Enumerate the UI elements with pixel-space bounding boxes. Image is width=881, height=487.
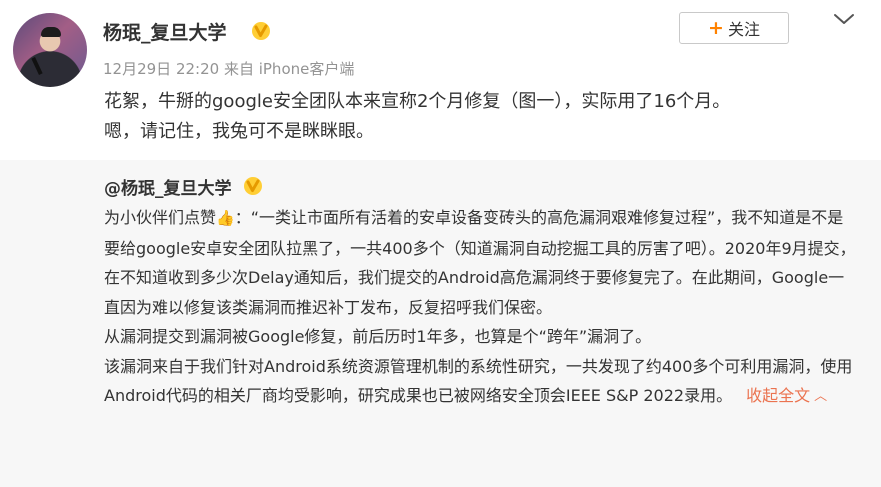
post-body: 花絮，牛掰的google安全团队本来宣称2个月修复（图一），实际用了16个月。 … [104, 87, 864, 147]
post-line-1: 花絮，牛掰的google安全团队本来宣称2个月修复（图一），实际用了16个月。 [104, 91, 731, 112]
avatar-mic [31, 56, 43, 76]
quoted-author-name[interactable]: @杨珉_复旦大学 [104, 174, 232, 199]
chevron-up-icon: ︿ [814, 389, 828, 404]
collapse-label: 收起全文 [746, 386, 811, 405]
chevron-down-icon[interactable] [832, 10, 856, 28]
quoted-paragraph-2: 从漏洞提交到漏洞被Google修复，前后历时1年多，也算是个“跨年”漏洞了。 [104, 327, 652, 346]
quoted-paragraph-1: 为小伙伴们点赞👍：“一类让市面所有活着的安卓设备变砖头的高危漏洞艰难修复过程”，… [104, 203, 856, 322]
verified-v-badge-icon [244, 177, 262, 195]
quoted-paragraph-3: 该漏洞来自于我们针对Android系统资源管理机制的系统性研究，一共发现了约40… [104, 352, 856, 413]
quoted-p1-prefix: 为小伙伴们点赞 [104, 208, 217, 227]
quoted-post: @杨珉_复旦大学 为小伙伴们点赞👍：“一类让市面所有活着的安卓设备变砖头的高危漏… [0, 160, 881, 487]
follow-label: 关注 [727, 20, 760, 39]
author-name[interactable]: 杨珉_复旦大学 [103, 18, 227, 45]
post-meta: 12月29日 22:20 来自 iPhone客户端 [103, 58, 354, 79]
thumbs-up-icon: 👍 [216, 209, 235, 227]
post-line-2: 嗯，请记住，我兔可不是眯眯眼。 [104, 121, 374, 142]
post-source: 来自 iPhone客户端 [223, 60, 355, 78]
quoted-p3-text: 该漏洞来自于我们针对Android系统资源管理机制的系统性研究，一共发现了约40… [104, 356, 853, 406]
plus-icon: + [708, 16, 724, 39]
user-avatar[interactable] [13, 13, 87, 87]
collapse-full-text-link[interactable]: 收起全文 ︿ [746, 386, 827, 405]
quoted-body: 为小伙伴们点赞👍：“一类让市面所有活着的安卓设备变砖头的高危漏洞艰难修复过程”，… [104, 203, 856, 413]
verified-v-badge-icon [252, 22, 270, 40]
avatar-hair [41, 27, 61, 37]
post-timestamp[interactable]: 12月29日 22:20 [103, 60, 219, 78]
follow-button[interactable]: + 关注 [679, 12, 789, 44]
